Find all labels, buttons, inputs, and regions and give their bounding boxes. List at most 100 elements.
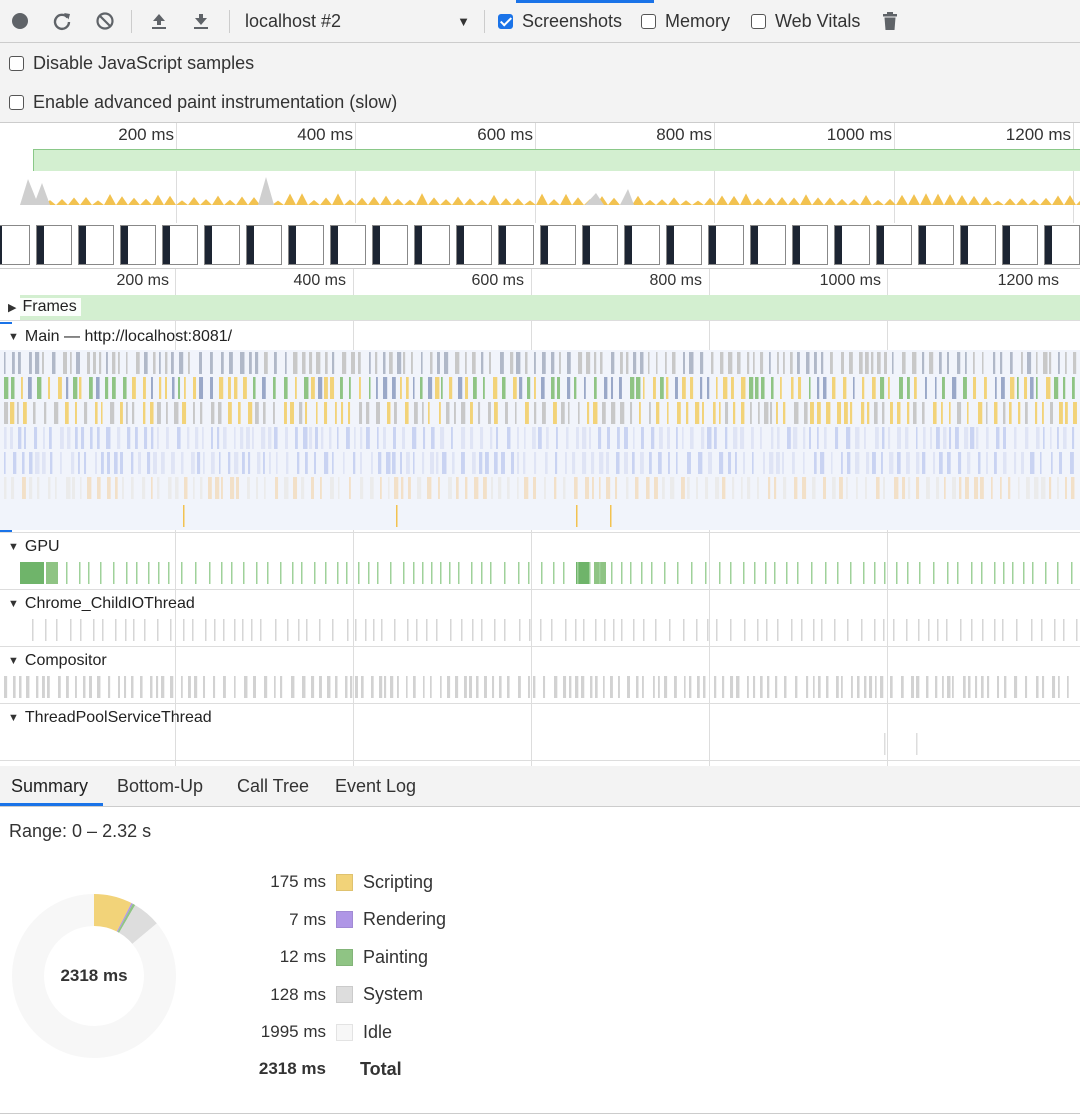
timeline-overview[interactable]: 200 ms 400 ms 600 ms 800 ms 1000 ms 1200… bbox=[0, 123, 1080, 269]
screenshot-thumbnail[interactable] bbox=[582, 225, 618, 265]
main-thread-event bbox=[341, 402, 344, 424]
main-thread-event bbox=[986, 402, 988, 424]
main-thread-event bbox=[75, 402, 77, 424]
screenshot-thumbnail[interactable] bbox=[120, 225, 156, 265]
io-thread-track-label: Chrome_ChildIOThread bbox=[24, 595, 195, 612]
screenshot-thumbnail[interactable] bbox=[36, 225, 72, 265]
main-thread-event bbox=[991, 477, 993, 499]
main-thread-event bbox=[1036, 427, 1040, 449]
main-thread-event bbox=[90, 427, 93, 449]
main-thread-event bbox=[806, 352, 810, 374]
main-thread-event bbox=[649, 452, 652, 474]
gpu-event bbox=[786, 562, 788, 584]
overview-tick: 1200 ms bbox=[1005, 125, 1071, 144]
main-thread-flame[interactable] bbox=[0, 350, 1080, 530]
main-thread-event bbox=[318, 377, 323, 399]
memory-checkbox[interactable]: Memory bbox=[641, 11, 730, 32]
disable-js-samples-checkbox[interactable]: Disable JavaScript samples bbox=[9, 53, 254, 74]
main-thread-event bbox=[76, 352, 80, 374]
main-thread-event bbox=[880, 377, 885, 399]
thumbnail-sidebar bbox=[457, 226, 464, 264]
screenshot-thumbnail[interactable] bbox=[666, 225, 702, 265]
screenshot-thumbnail[interactable] bbox=[624, 225, 660, 265]
screenshot-thumbnail[interactable] bbox=[960, 225, 996, 265]
screenshot-thumbnail[interactable] bbox=[540, 225, 576, 265]
target-select[interactable]: localhost #2 ▼ bbox=[238, 0, 478, 43]
main-thread-event bbox=[101, 452, 104, 474]
main-thread-event bbox=[474, 477, 479, 499]
main-track-header[interactable]: ▼ Main — http://localhost:8081/ bbox=[0, 328, 232, 346]
io-thread-track-header[interactable]: ▼ Chrome_ChildIOThread bbox=[0, 595, 195, 613]
screenshot-thumbnail[interactable] bbox=[1002, 225, 1038, 265]
main-thread-event bbox=[731, 377, 734, 399]
main-thread-event bbox=[375, 352, 378, 374]
garbage-collect-button[interactable] bbox=[879, 10, 901, 32]
screenshot-thumbnail[interactable] bbox=[456, 225, 492, 265]
compositor-track-header[interactable]: ▼ Compositor bbox=[0, 652, 107, 670]
screenshot-thumbnail[interactable] bbox=[708, 225, 744, 265]
thumbnail-sidebar bbox=[289, 226, 296, 264]
screenshot-thumbnail[interactable] bbox=[918, 225, 954, 265]
screenshot-thumbnail[interactable] bbox=[372, 225, 408, 265]
main-thread-event bbox=[316, 352, 321, 374]
screenshot-thumbnail[interactable] bbox=[204, 225, 240, 265]
main-thread-event bbox=[565, 452, 567, 474]
screenshot-thumbnail[interactable] bbox=[288, 225, 324, 265]
tab-call-tree[interactable]: Call Tree bbox=[237, 776, 309, 797]
screenshot-thumbnail[interactable] bbox=[498, 225, 534, 265]
record-button[interactable] bbox=[9, 10, 31, 32]
save-profile-button[interactable] bbox=[190, 10, 212, 32]
main-thread-event bbox=[1034, 477, 1039, 499]
reload-button[interactable] bbox=[51, 10, 73, 32]
main-thread-event bbox=[641, 427, 644, 449]
main-thread-event bbox=[181, 452, 184, 474]
legend-swatch bbox=[336, 1023, 353, 1041]
main-thread-event bbox=[689, 352, 694, 374]
frames-track[interactable]: ▶ Frames bbox=[0, 295, 1080, 321]
web-vitals-checkbox[interactable]: Web Vitals bbox=[751, 11, 860, 32]
compositor-event bbox=[89, 676, 92, 698]
compositor-event bbox=[714, 676, 717, 698]
main-thread-event bbox=[551, 352, 555, 374]
screenshot-thumbnail[interactable] bbox=[0, 225, 30, 265]
screenshots-checkbox[interactable]: Screenshots bbox=[498, 11, 622, 32]
main-thread-event bbox=[837, 402, 842, 424]
load-profile-button[interactable] bbox=[148, 10, 170, 32]
main-thread-event bbox=[732, 477, 735, 499]
main-thread-event bbox=[897, 402, 901, 424]
main-thread-event bbox=[303, 427, 308, 449]
gpu-event bbox=[458, 562, 460, 584]
threadpool-track-header[interactable]: ▼ ThreadPoolServiceThread bbox=[0, 709, 212, 727]
main-thread-event bbox=[489, 352, 491, 374]
main-thread-event bbox=[922, 402, 925, 424]
io-thread-event bbox=[551, 619, 553, 641]
main-thread-event bbox=[264, 352, 268, 374]
main-thread-event bbox=[875, 427, 879, 449]
main-thread-event bbox=[930, 427, 932, 449]
tab-event-log[interactable]: Event Log bbox=[335, 776, 416, 797]
main-thread-event bbox=[554, 477, 557, 499]
screenshot-thumbnail[interactable] bbox=[750, 225, 786, 265]
screenshot-thumbnail[interactable] bbox=[246, 225, 282, 265]
flame-tick: 200 ms bbox=[116, 272, 169, 289]
main-thread-event bbox=[600, 352, 603, 374]
screenshot-thumbnail[interactable] bbox=[834, 225, 870, 265]
clear-button[interactable] bbox=[94, 10, 116, 32]
tab-bottom-up[interactable]: Bottom-Up bbox=[117, 776, 203, 797]
screenshot-thumbnail[interactable] bbox=[792, 225, 828, 265]
tab-summary[interactable]: Summary bbox=[11, 776, 88, 797]
main-thread-event bbox=[1025, 402, 1028, 424]
gpu-track-header[interactable]: ▼ GPU bbox=[0, 538, 60, 556]
main-thread-event bbox=[912, 352, 917, 374]
thumbnail-sidebar bbox=[793, 226, 800, 264]
screenshot-thumbnail[interactable] bbox=[330, 225, 366, 265]
screenshot-thumbnail[interactable] bbox=[1044, 225, 1080, 265]
io-thread-event bbox=[730, 619, 732, 641]
screenshot-thumbnail[interactable] bbox=[78, 225, 114, 265]
screenshot-thumbnail[interactable] bbox=[162, 225, 198, 265]
main-thread-event bbox=[1049, 352, 1052, 374]
screenshot-thumbnail[interactable] bbox=[414, 225, 450, 265]
screenshot-thumbnail[interactable] bbox=[876, 225, 912, 265]
advanced-paint-checkbox[interactable]: Enable advanced paint instrumentation (s… bbox=[9, 92, 397, 113]
frames-track-header[interactable]: ▶ Frames bbox=[0, 298, 81, 316]
